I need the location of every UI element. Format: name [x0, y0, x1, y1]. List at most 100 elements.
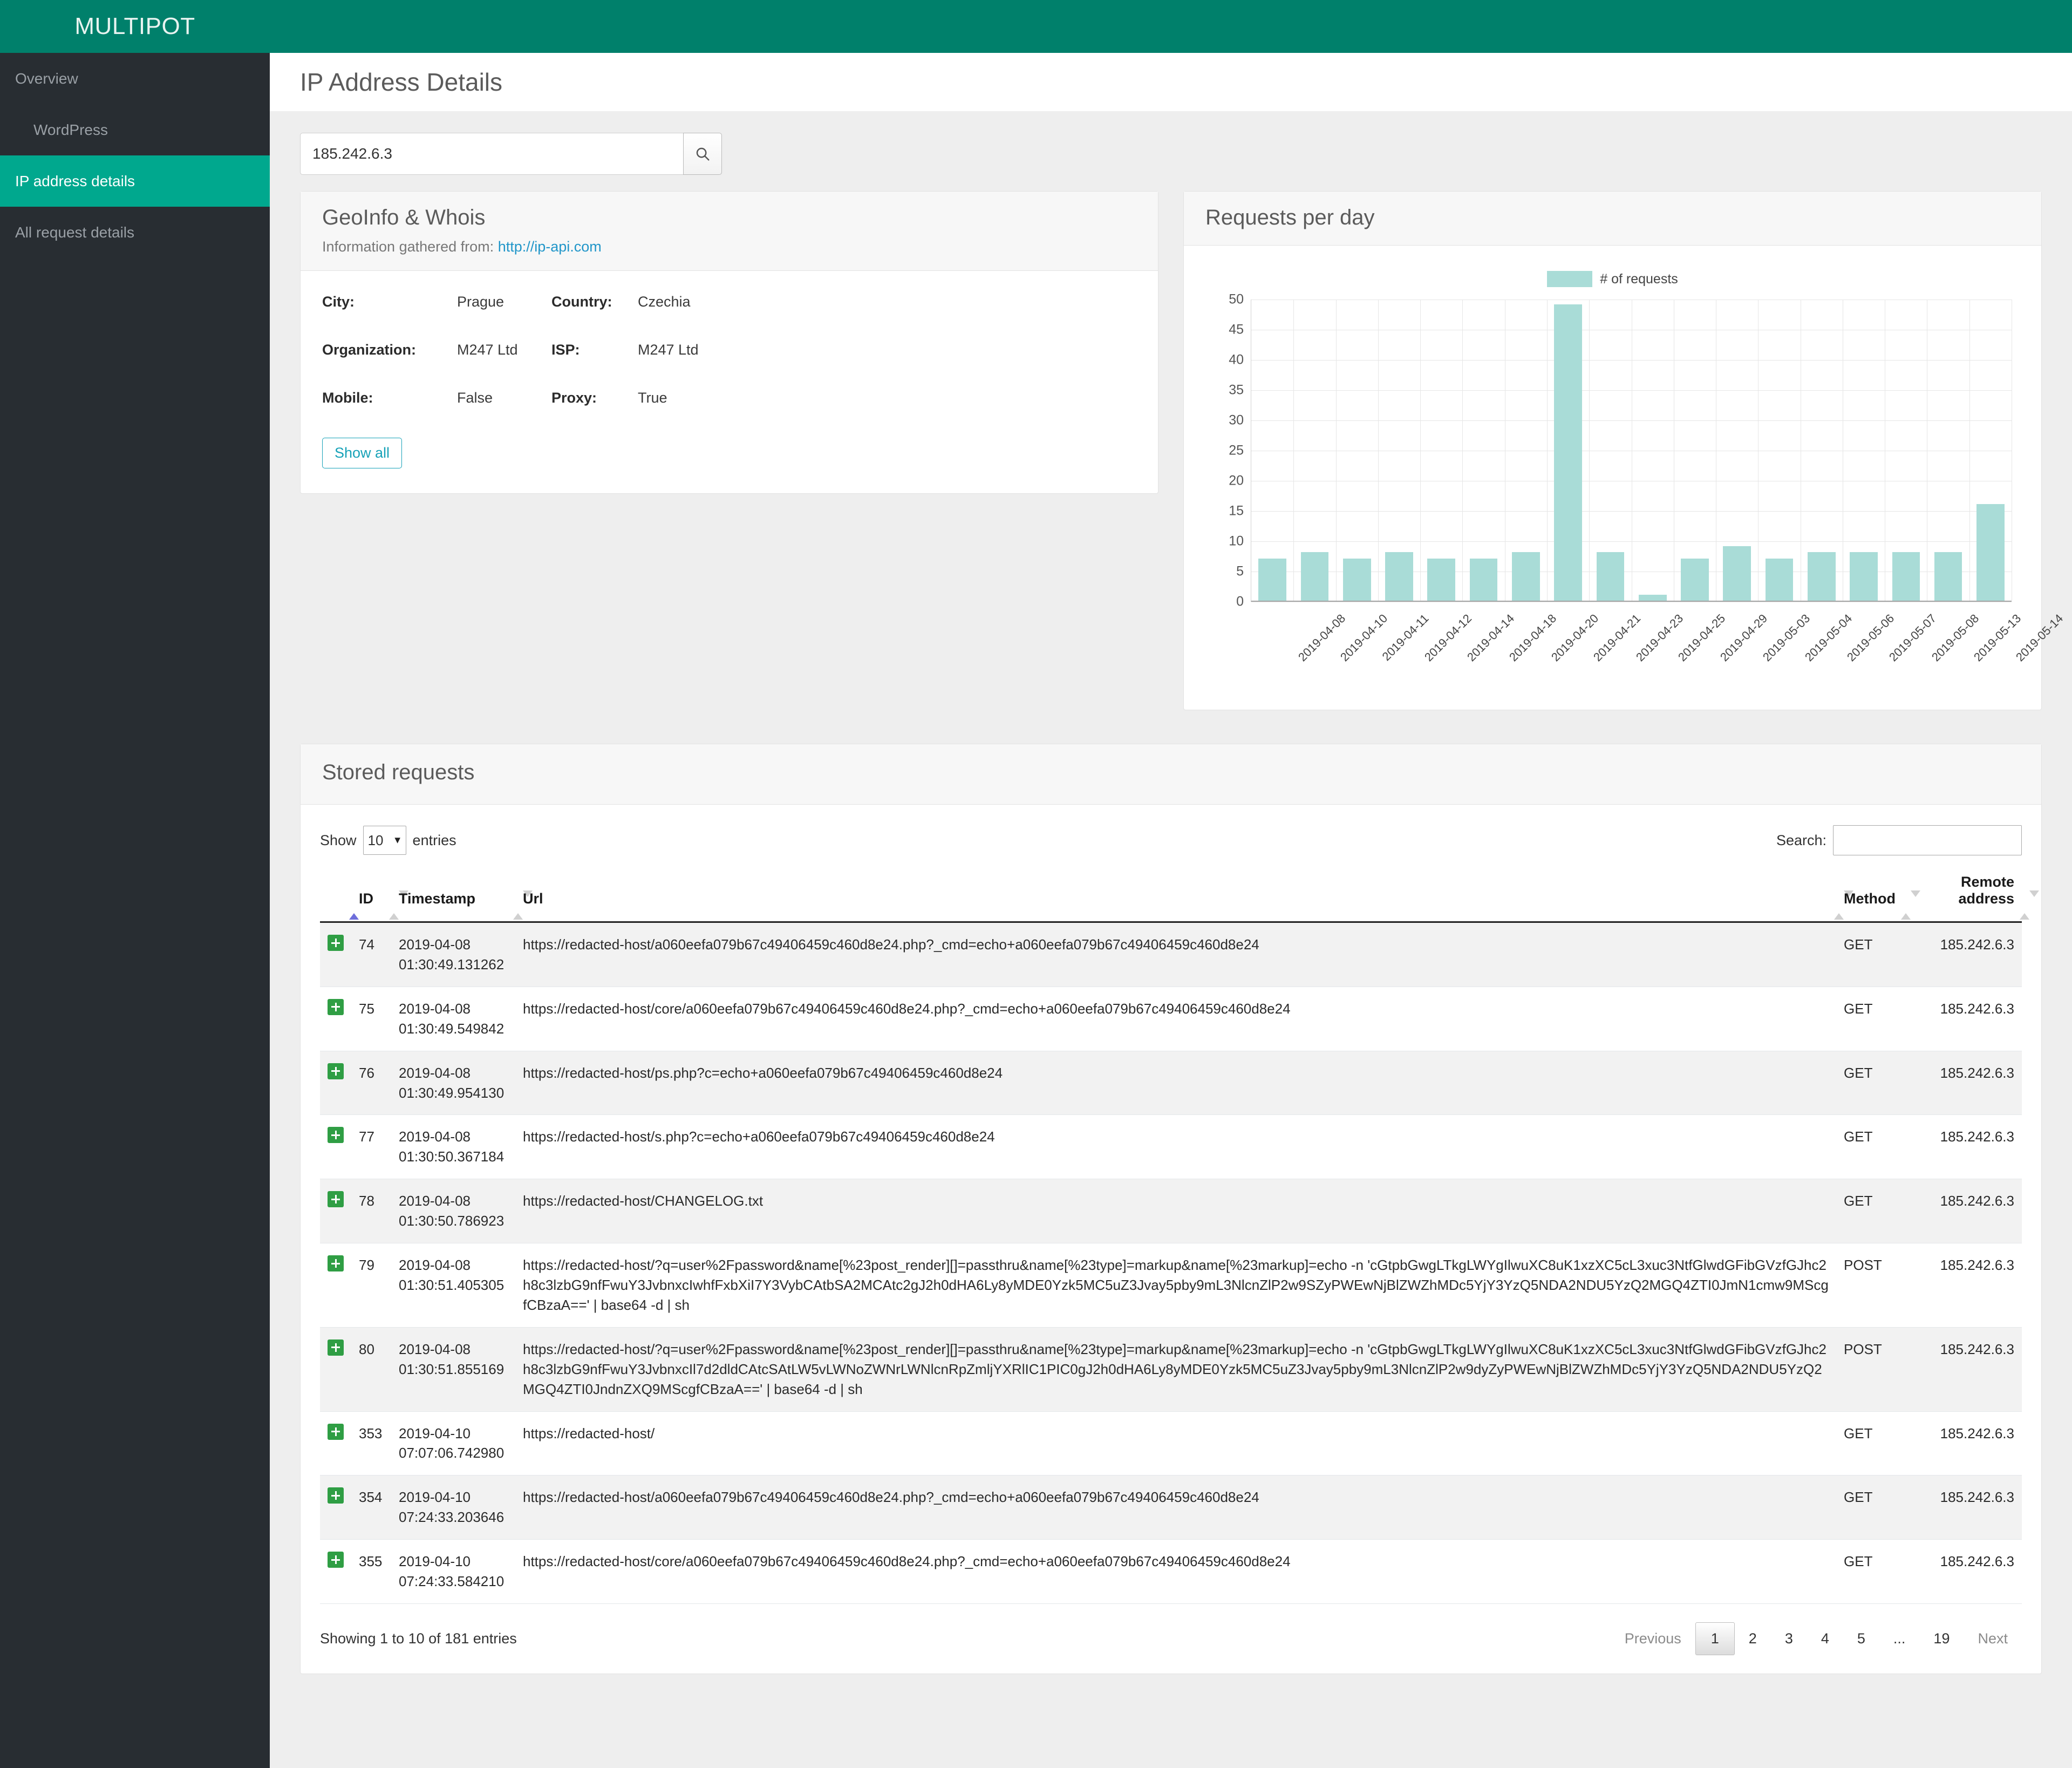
row-expand-cell[interactable]	[320, 1179, 351, 1244]
pagination-page-2[interactable]: 2	[1735, 1623, 1771, 1655]
chart-bar[interactable]	[1258, 558, 1286, 601]
sidebar-item-wordpress[interactable]: WordPress	[0, 104, 270, 155]
cell-url: https://redacted-host/core/a060eefa079b6…	[515, 987, 1837, 1051]
row-expand-cell[interactable]	[320, 922, 351, 987]
table-row[interactable]: 353 2019-04-10 07:07:06.742980 https://red…	[320, 1411, 2022, 1476]
chart-bar[interactable]	[1342, 558, 1371, 601]
column-url[interactable]: Url	[515, 874, 1854, 923]
chart-bar[interactable]	[1638, 594, 1667, 601]
column-timestamp-label: Timestamp	[399, 890, 476, 907]
geoinfo-source-prefix: Information gathered from:	[322, 239, 494, 255]
expand-row-icon[interactable]	[328, 1339, 344, 1356]
cell-timestamp: 2019-04-08 01:30:49.954130	[391, 1051, 515, 1116]
show-all-button[interactable]: Show all	[322, 438, 403, 468]
table-row[interactable]: 77 2019-04-08 01:30:50.367184 https://reda…	[320, 1114, 2022, 1180]
entries-per-page-select[interactable]: 102550100	[363, 826, 406, 855]
row-expand-cell[interactable]	[320, 987, 351, 1051]
chart-bar[interactable]	[1807, 552, 1836, 601]
chart-bar[interactable]	[1469, 558, 1498, 601]
chart-bar[interactable]	[1934, 552, 1962, 601]
sidebar-item-overview[interactable]: Overview	[0, 53, 270, 104]
expand-row-icon[interactable]	[328, 1063, 344, 1079]
table-row[interactable]: 75 2019-04-08 01:30:49.549842 https://reda…	[320, 987, 2022, 1051]
chart-bar[interactable]	[1300, 552, 1329, 601]
table-row[interactable]: 355 2019-04-10 07:24:33.584210 https://red…	[320, 1539, 2022, 1604]
geoinfo-value-organization: M247 Ltd	[457, 342, 518, 358]
y-axis-tick: 25	[1229, 443, 1244, 458]
table-row[interactable]: 76 2019-04-08 01:30:49.954130 https://reda…	[320, 1051, 2022, 1116]
cell-method: GET	[1836, 1114, 1903, 1180]
table-search-input[interactable]	[1833, 825, 2022, 855]
page-header: IP Address Details	[270, 53, 2072, 111]
brand-logo[interactable]: MULTIPOT	[0, 13, 270, 40]
chart-bar[interactable]	[1512, 552, 1540, 601]
chart-bar[interactable]	[1596, 552, 1625, 601]
column-method[interactable]: Method	[1836, 874, 1920, 923]
row-expand-cell[interactable]	[320, 1051, 351, 1116]
expand-row-icon[interactable]	[328, 1127, 344, 1144]
sidebar-item-ip-address-details[interactable]: IP address details	[0, 155, 270, 207]
pagination: Previous 1 2 3 4 5... 19 Next	[1611, 1622, 2022, 1655]
chart-bar[interactable]	[1892, 552, 1920, 601]
ip-api-link[interactable]: http://ip-api.com	[498, 239, 602, 255]
bar-slot	[1420, 300, 1462, 601]
pagination-page-19[interactable]: 19	[1919, 1623, 1964, 1655]
row-expand-cell[interactable]	[320, 1327, 351, 1412]
cell-method: GET	[1836, 1051, 1903, 1116]
chart-bar[interactable]	[1681, 558, 1709, 601]
column-timestamp[interactable]: Timestamp	[391, 874, 533, 923]
pagination-page-3[interactable]: 3	[1771, 1623, 1807, 1655]
show-label: Show	[320, 832, 357, 848]
row-expand-cell[interactable]	[320, 1539, 351, 1604]
bar-slot	[1716, 300, 1758, 601]
cell-method: GET	[1836, 1539, 1903, 1604]
column-remote-address[interactable]: Remote address	[1903, 874, 2039, 923]
geoinfo-key-country: Country:	[551, 294, 612, 310]
cell-remote-address: 185.242.6.3	[1903, 1475, 2022, 1540]
expand-row-icon[interactable]	[328, 1552, 344, 1568]
row-expand-cell[interactable]	[320, 1243, 351, 1328]
cell-url: https://redacted-host/a060eefa079b67c494…	[515, 1475, 1837, 1540]
row-expand-cell[interactable]	[320, 1114, 351, 1180]
bar-slot	[1674, 300, 1716, 601]
bar-slot	[1632, 300, 1674, 601]
chart-bar[interactable]	[1765, 558, 1794, 601]
row-expand-cell[interactable]	[320, 1411, 351, 1476]
column-id[interactable]: ID	[351, 874, 408, 923]
cell-id: 80	[351, 1327, 391, 1412]
table-row[interactable]: 80 2019-04-08 01:30:51.855169 https://reda…	[320, 1327, 2022, 1412]
expand-row-icon[interactable]	[328, 998, 344, 1015]
legend-label-requests: # of requests	[1600, 271, 1678, 287]
pagination-previous[interactable]: Previous	[1611, 1623, 1695, 1655]
ip-search-input[interactable]	[300, 133, 683, 175]
chart-bar[interactable]	[1723, 546, 1751, 601]
table-row[interactable]: 74 2019-04-08 01:30:49.131262 https://reda…	[320, 922, 2022, 987]
chart-bar[interactable]	[1850, 552, 1878, 601]
chart-bar[interactable]	[1554, 304, 1582, 601]
ip-search-button[interactable]	[683, 133, 722, 175]
chart-bar[interactable]	[1976, 504, 2005, 601]
table-row[interactable]: 78 2019-04-08 01:30:50.786923 https://reda…	[320, 1179, 2022, 1244]
sidebar-item-all-request-details[interactable]: All request details	[0, 207, 270, 258]
expand-row-icon[interactable]	[328, 1487, 344, 1504]
table-row[interactable]: 354 2019-04-10 07:24:33.203646 https://red…	[320, 1475, 2022, 1540]
table-row[interactable]: 79 2019-04-08 01:30:51.405305 https://reda…	[320, 1243, 2022, 1328]
cell-remote-address: 185.242.6.3	[1903, 1539, 2022, 1604]
bar-slot	[1251, 300, 1293, 601]
chart-bar[interactable]	[1427, 558, 1456, 601]
table-search-control: Search:	[1776, 825, 2022, 855]
stored-requests-panel: Stored requests Show 102550100 ▼ entries	[300, 744, 2042, 1674]
pagination-page-5[interactable]: 5	[1843, 1623, 1879, 1655]
column-expand[interactable]	[320, 874, 359, 923]
expand-row-icon[interactable]	[328, 935, 344, 951]
pagination-next[interactable]: Next	[1964, 1623, 2022, 1655]
expand-row-icon[interactable]	[328, 1191, 344, 1208]
pagination-page-4[interactable]: 4	[1807, 1623, 1843, 1655]
geoinfo-value-isp: M247 Ltd	[638, 342, 699, 358]
cell-id: 354	[351, 1475, 391, 1540]
expand-row-icon[interactable]	[328, 1255, 344, 1272]
chart-bar[interactable]	[1385, 552, 1413, 601]
row-expand-cell[interactable]	[320, 1475, 351, 1540]
expand-row-icon[interactable]	[328, 1423, 344, 1440]
pagination-page-current[interactable]: 1	[1695, 1622, 1735, 1655]
